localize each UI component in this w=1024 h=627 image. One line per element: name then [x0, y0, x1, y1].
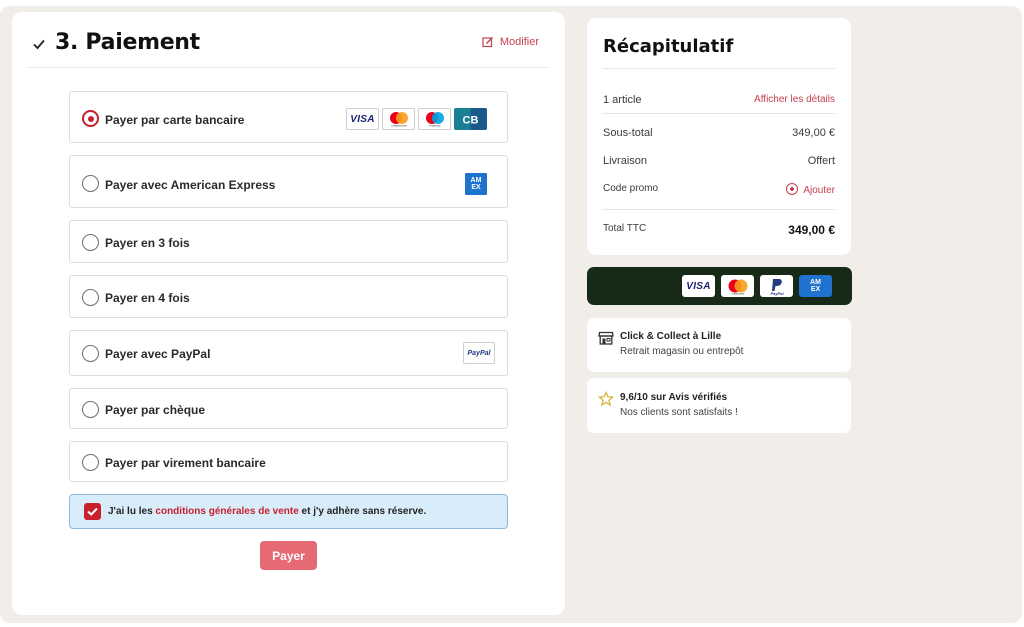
click-collect-card: Click & Collect à Lille Retrait magasin … — [587, 318, 851, 372]
radio-transfer[interactable] — [82, 454, 99, 471]
svg-text:maestro: maestro — [429, 124, 440, 128]
plus-icon — [786, 183, 799, 195]
svg-text:CB: CB — [463, 115, 479, 127]
option-label: Payer par chèque — [105, 403, 206, 417]
svg-text:PayPal: PayPal — [770, 291, 784, 296]
radio-amex[interactable] — [82, 175, 99, 192]
reviews-card: 9,6/10 sur Avis vérifiés Nos clients son… — [587, 378, 851, 433]
card-logos: VISA mastercard maestro CB — [346, 108, 487, 130]
terms-text: J'ai lu les conditions générales de vent… — [108, 506, 427, 517]
maestro-logo: maestro — [418, 108, 451, 130]
option-label: Payer avec American Express — [105, 178, 276, 192]
star-icon — [598, 391, 614, 407]
modify-button[interactable]: Modifier — [482, 36, 539, 48]
paypal-logo: PayPal — [463, 342, 495, 364]
payment-header: 3. Paiement Modifier — [28, 12, 549, 68]
edit-icon — [482, 36, 493, 48]
accepted-cards-bar: VISA mastercard PayPal AM EX — [587, 267, 852, 305]
pay-button[interactable]: Payer — [260, 541, 317, 570]
payment-option-transfer[interactable]: Payer par virement bancaire — [69, 441, 508, 482]
radio-paypal[interactable] — [82, 345, 99, 362]
option-label: Payer avec PayPal — [105, 347, 211, 361]
store-icon — [598, 331, 614, 345]
payment-option-card[interactable]: Payer par carte bancaire VISA mastercard… — [69, 91, 508, 143]
terms-acceptance: J'ai lu les conditions générales de vent… — [69, 494, 508, 529]
shipping-value: Offert — [807, 155, 835, 167]
mastercard-logo: mastercard — [721, 275, 754, 297]
visa-logo: VISA — [346, 108, 379, 130]
summary-title: Récapitulatif — [603, 36, 734, 57]
shipping-label: Livraison — [603, 155, 648, 167]
radio-3x[interactable] — [82, 234, 99, 251]
reviews-title: 9,6/10 sur Avis vérifiés — [620, 392, 728, 403]
radio-card[interactable] — [82, 110, 99, 127]
divider — [603, 68, 835, 69]
click-collect-title: Click & Collect à Lille — [620, 331, 722, 342]
option-label: Payer par virement bancaire — [105, 456, 266, 470]
modify-label: Modifier — [499, 36, 539, 48]
promo-label: Code promo — [603, 183, 659, 194]
show-details-link[interactable]: Afficher les détails — [754, 94, 835, 105]
payment-option-4x[interactable]: Payer en 4 fois — [69, 275, 508, 318]
amex-logo: AM EX — [799, 275, 832, 297]
checkmark-icon — [87, 507, 98, 516]
divider — [603, 113, 835, 114]
total-value: 349,00 € — [788, 223, 835, 237]
terms-checkbox[interactable] — [84, 503, 101, 520]
option-label: Payer en 4 fois — [105, 291, 190, 305]
radio-cheque[interactable] — [82, 401, 99, 418]
payment-option-cheque[interactable]: Payer par chèque — [69, 388, 508, 429]
payment-option-3x[interactable]: Payer en 3 fois — [69, 220, 508, 263]
reviews-subtitle: Nos clients sont satisfaits ! — [620, 407, 738, 418]
click-collect-subtitle: Retrait magasin ou entrepôt — [620, 346, 744, 357]
payment-option-amex[interactable]: Payer avec American Express AM EX — [69, 155, 508, 208]
svg-text:mastercard: mastercard — [731, 293, 744, 296]
paypal-logos: PayPal — [463, 342, 495, 364]
cb-logo: CB — [454, 108, 487, 130]
mastercard-logo: mastercard — [382, 108, 415, 130]
page-title: 3. Paiement — [55, 30, 200, 55]
payment-option-paypal[interactable]: Payer avec PayPal PayPal — [69, 330, 508, 376]
subtotal-value: 349,00 € — [792, 127, 835, 139]
accepted-card-logos: VISA mastercard PayPal AM EX — [682, 275, 832, 297]
divider — [603, 209, 835, 210]
total-label: Total TTC — [603, 223, 647, 234]
paypal-logo: PayPal — [760, 275, 793, 297]
payment-section: 3. Paiement Modifier Payer par carte ban… — [12, 12, 565, 615]
svg-text:mastercard: mastercard — [391, 124, 406, 128]
option-label: Payer par carte bancaire — [105, 113, 245, 127]
amex-logos: AM EX — [465, 173, 487, 195]
visa-logo: VISA — [682, 275, 715, 297]
items-count: 1 article — [603, 94, 642, 106]
check-icon — [33, 39, 45, 50]
option-label: Payer en 3 fois — [105, 236, 190, 250]
terms-link[interactable]: conditions générales de vente — [155, 506, 298, 517]
amex-logo: AM EX — [465, 173, 487, 195]
order-summary: Récapitulatif 1 article Afficher les dét… — [587, 18, 851, 255]
add-promo-button[interactable]: Ajouter — [786, 183, 835, 196]
subtotal-label: Sous-total — [603, 127, 653, 139]
radio-4x[interactable] — [82, 289, 99, 306]
